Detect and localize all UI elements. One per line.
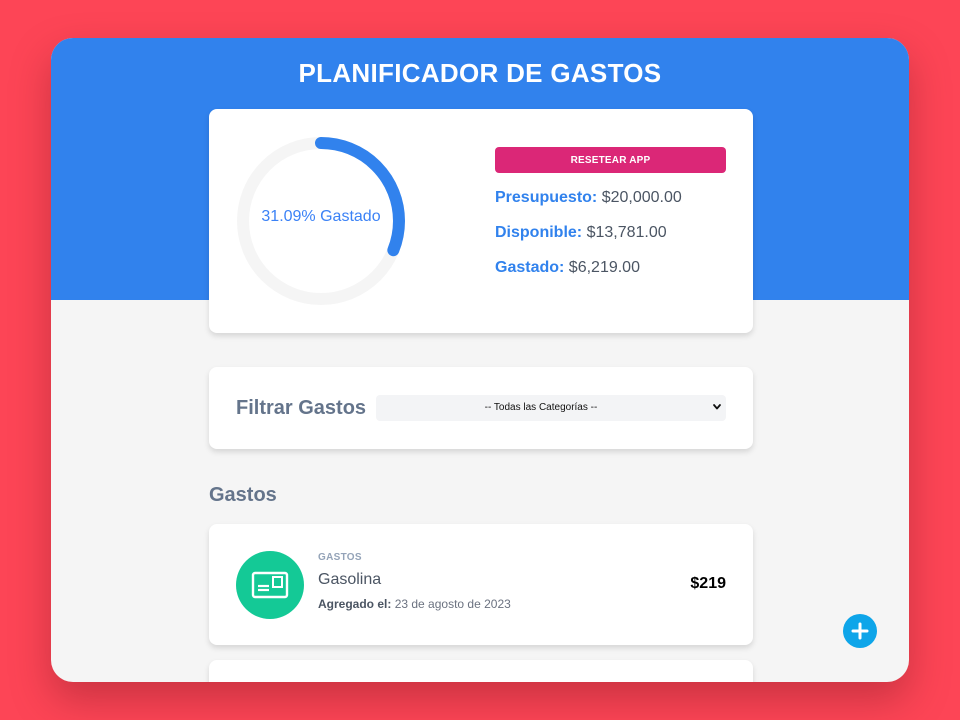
expense-item[interactable]: GASTOS Gasolina Agregado el: 23 de agost… [209,524,753,645]
chevron-down-icon [713,404,721,410]
budget-spent: Gastado: $6,219.00 [495,259,640,277]
progress-label: 31.09% Gastado [261,208,381,225]
expense-date: Agregado el: 23 de agosto de 2023 [318,597,511,611]
budget-total-label: Presupuesto: [495,189,598,206]
filter-card: Filtrar Gastos -- Todas las Categorías -… [209,367,753,449]
budget-total: Presupuesto: $20,000.00 [495,189,682,207]
app-window: PLANIFICADOR DE GASTOS 31.09% Gastado RE… [51,38,909,682]
expense-item[interactable] [209,660,753,682]
expense-category: GASTOS [318,552,362,563]
budget-spent-value: $6,219.00 [568,259,640,276]
budget-card: 31.09% Gastado RESETEAR APP Presupuesto:… [209,109,753,333]
reset-app-button[interactable]: RESETEAR APP [495,147,726,173]
budget-available-label: Disponible: [495,224,583,241]
add-expense-button[interactable] [843,614,877,648]
expense-date-label: Agregado el: [318,597,392,611]
card-icon [251,571,289,599]
filter-label: Filtrar Gastos [236,397,367,419]
budget-available-value: $13,781.00 [586,224,667,241]
budget-spent-label: Gastado: [495,259,565,276]
expense-category-icon [236,551,304,619]
page-title: PLANIFICADOR DE GASTOS [298,58,662,88]
category-filter-value: -- Todas las Categorías -- [484,402,598,413]
expense-name: Gasolina [318,571,382,588]
expense-date-value: 23 de agosto de 2023 [394,597,511,611]
budget-available: Disponible: $13,781.00 [495,224,667,242]
plus-icon [851,622,869,640]
expense-amount: $219 [690,575,726,592]
budget-total-value: $20,000.00 [601,189,682,206]
expenses-section-title: Gastos [209,484,277,506]
category-filter-select[interactable]: -- Todas las Categorías -- [376,395,726,421]
progress-ring: 31.09% Gastado [235,135,407,307]
